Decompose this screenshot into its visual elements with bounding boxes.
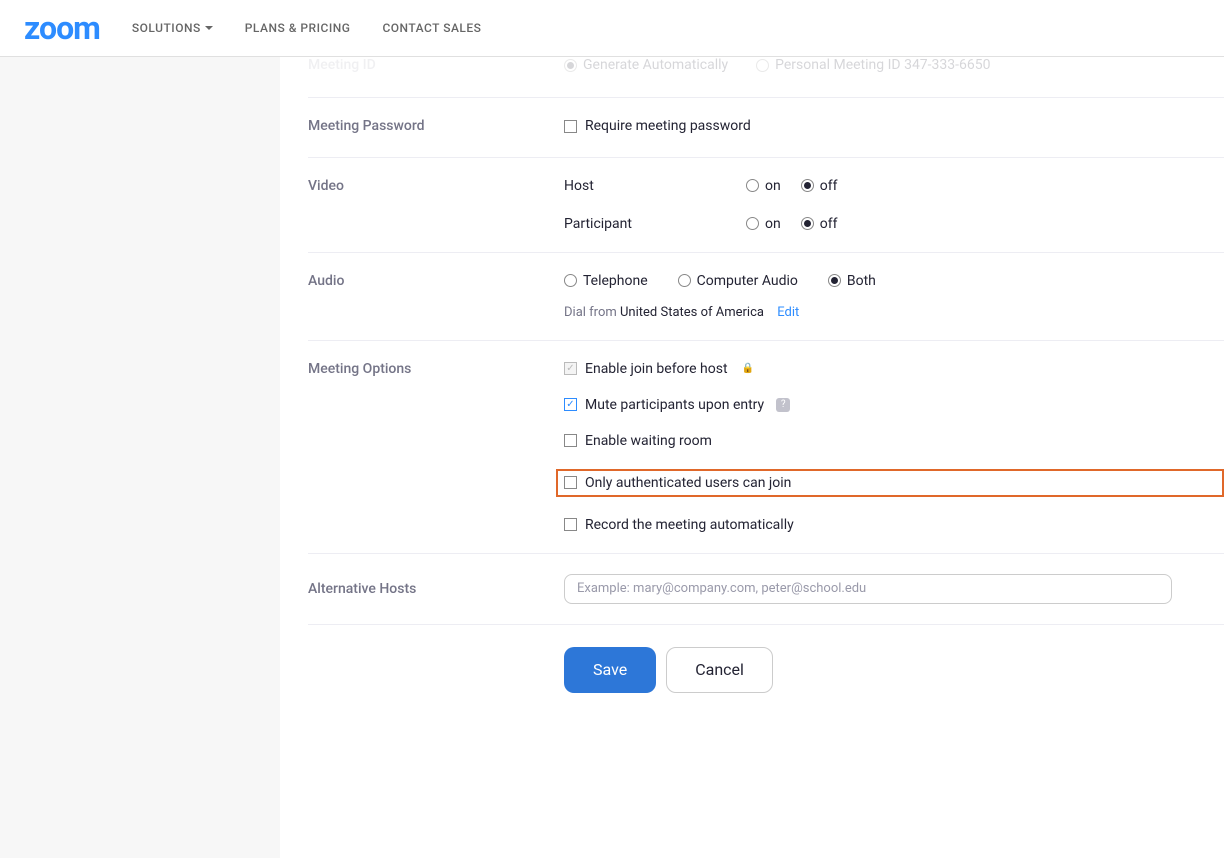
meeting-password-label: Meeting Password <box>308 118 564 134</box>
checkbox-enable-waiting-room[interactable]: Enable waiting room <box>564 433 1224 449</box>
save-button[interactable]: Save <box>564 647 656 693</box>
meeting-id-options: Generate Automatically Personal Meeting … <box>564 57 1224 77</box>
radio-circle-icon <box>746 179 759 192</box>
nav-contact-sales[interactable]: CONTACT SALES <box>382 21 481 35</box>
lock-icon: 🔒 <box>742 363 754 374</box>
checkbox-mute-participants[interactable]: Mute participants upon entry ? <box>564 397 1224 413</box>
radio-circle-icon <box>564 59 577 72</box>
dial-from-country: United States of America <box>620 305 764 320</box>
chevron-down-icon <box>205 26 213 30</box>
nav-plans[interactable]: PLANS & PRICING <box>245 21 351 35</box>
checkbox-mute-participants-label: Mute participants upon entry <box>585 397 764 413</box>
edit-dial-link[interactable]: Edit <box>777 305 799 320</box>
radio-audio-computer-label: Computer Audio <box>697 273 798 289</box>
radio-audio-telephone-label: Telephone <box>583 273 648 289</box>
radio-audio-both[interactable]: Both <box>828 273 876 289</box>
alternative-hosts-input[interactable] <box>564 574 1172 604</box>
radio-circle-icon <box>678 274 691 287</box>
checkbox-icon <box>564 362 577 375</box>
main-content: Meeting ID Generate Automatically Person… <box>280 57 1224 858</box>
radio-off-label: off <box>820 216 838 232</box>
radio-generate-auto-label: Generate Automatically <box>583 57 728 73</box>
checkbox-only-authenticated-label: Only authenticated users can join <box>585 475 791 491</box>
radio-circle-icon <box>756 59 769 72</box>
form-buttons: Save Cancel <box>564 647 1224 693</box>
dial-from-row: Dial from United States of America Edit <box>564 305 1224 320</box>
checkbox-record-automatically-label: Record the meeting automatically <box>585 517 794 533</box>
checkbox-enable-waiting-room-label: Enable waiting room <box>585 433 712 449</box>
radio-host-video-on[interactable]: on <box>746 178 781 194</box>
checkbox-icon <box>564 518 577 531</box>
checkbox-icon <box>564 120 577 133</box>
radio-circle-icon <box>564 274 577 287</box>
radio-on-label: on <box>765 178 781 194</box>
section-meeting-id: Meeting ID Generate Automatically Person… <box>308 57 1224 98</box>
dial-from-prefix: Dial from <box>564 305 620 320</box>
highlighted-option: Only authenticated users can join <box>556 469 1224 497</box>
audio-label: Audio <box>308 273 564 289</box>
section-audio: Audio Telephone Computer Audio <box>308 253 1224 341</box>
video-label: Video <box>308 178 564 194</box>
checkbox-icon <box>564 476 577 489</box>
checkbox-icon <box>564 398 577 411</box>
checkbox-join-before-host-label: Enable join before host <box>585 361 728 377</box>
radio-circle-icon <box>801 217 814 230</box>
sidebar <box>0 57 280 858</box>
section-meeting-password: Meeting Password Require meeting passwor… <box>308 98 1224 158</box>
radio-audio-telephone[interactable]: Telephone <box>564 273 648 289</box>
video-participant-label: Participant <box>564 216 746 232</box>
radio-circle-icon <box>801 179 814 192</box>
checkbox-record-automatically[interactable]: Record the meeting automatically <box>564 517 1224 533</box>
meeting-options-label: Meeting Options <box>308 361 564 377</box>
radio-personal-meeting-id[interactable]: Personal Meeting ID 347-333-6650 <box>756 57 990 73</box>
nav-solutions[interactable]: SOLUTIONS <box>132 21 213 35</box>
video-host-label: Host <box>564 178 746 194</box>
radio-circle-icon <box>828 274 841 287</box>
radio-audio-both-label: Both <box>847 273 876 289</box>
checkbox-require-password[interactable]: Require meeting password <box>564 118 751 134</box>
radio-generate-auto[interactable]: Generate Automatically <box>564 57 728 73</box>
radio-on-label: on <box>765 216 781 232</box>
top-nav: SOLUTIONS PLANS & PRICING CONTACT SALES <box>132 21 482 35</box>
checkbox-join-before-host[interactable]: Enable join before host 🔒 <box>564 361 1224 377</box>
radio-participant-video-on[interactable]: on <box>746 216 781 232</box>
meeting-id-label: Meeting ID <box>308 57 564 73</box>
radio-circle-icon <box>746 217 759 230</box>
section-alternative-hosts: Alternative Hosts <box>308 554 1224 625</box>
checkbox-only-authenticated[interactable]: Only authenticated users can join <box>564 475 791 491</box>
checkbox-require-password-label: Require meeting password <box>585 118 751 134</box>
zoom-logo: zoom <box>24 12 100 44</box>
top-bar: zoom SOLUTIONS PLANS & PRICING CONTACT S… <box>0 0 1224 57</box>
radio-personal-meeting-id-label: Personal Meeting ID 347-333-6650 <box>775 57 990 73</box>
section-video: Video Host on off <box>308 158 1224 253</box>
video-host-row: Host on off <box>564 178 1224 194</box>
section-meeting-options: Meeting Options Enable join before host … <box>308 341 1224 554</box>
video-participant-row: Participant on off <box>564 216 1224 232</box>
radio-host-video-off[interactable]: off <box>801 178 838 194</box>
radio-audio-computer[interactable]: Computer Audio <box>678 273 798 289</box>
nav-solutions-label: SOLUTIONS <box>132 21 201 35</box>
page: Meeting ID Generate Automatically Person… <box>0 57 1224 858</box>
radio-participant-video-off[interactable]: off <box>801 216 838 232</box>
radio-off-label: off <box>820 178 838 194</box>
checkbox-icon <box>564 434 577 447</box>
alternative-hosts-label: Alternative Hosts <box>308 581 564 597</box>
cancel-button[interactable]: Cancel <box>666 647 773 693</box>
info-icon: ? <box>776 398 790 412</box>
